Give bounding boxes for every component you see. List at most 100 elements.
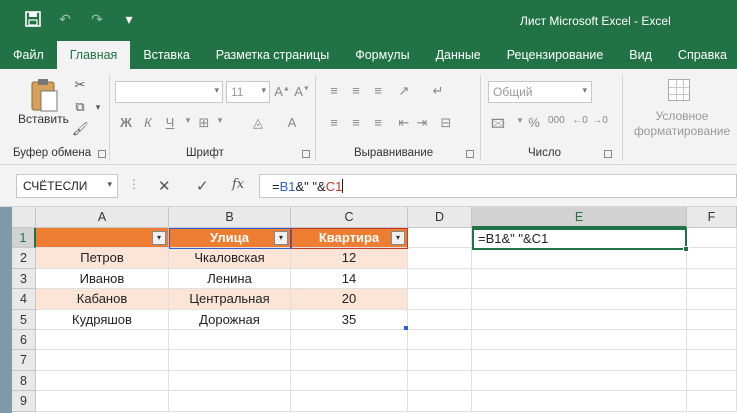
format-painter-icon[interactable]: 🖌 [72, 121, 89, 137]
cell-e7[interactable] [472, 350, 687, 371]
cut-icon[interactable]: ✂ [72, 77, 88, 93]
tab-1[interactable]: Файл [0, 41, 57, 69]
cell-a8[interactable] [36, 370, 169, 392]
cancel-icon[interactable]: ✕ [158, 177, 171, 195]
tab-7[interactable]: Рецензирование [494, 41, 617, 69]
filter-dropdown-icon[interactable]: ▾ [391, 231, 405, 245]
cell-b1[interactable]: Улица ▾ [169, 228, 291, 249]
tab-5[interactable]: Формулы [342, 41, 422, 69]
clipboard-launcher-icon[interactable] [98, 150, 106, 158]
tab-9[interactable]: Справка [665, 41, 737, 69]
align-middle-icon[interactable]: ≡ [348, 83, 364, 98]
row-header-7[interactable]: 7 [12, 350, 36, 371]
cell-e5[interactable] [472, 309, 687, 330]
cell-d5[interactable] [408, 309, 472, 330]
decrease-indent-icon[interactable]: ⇤ [396, 115, 412, 131]
cell-d3[interactable] [408, 268, 472, 290]
number-launcher-icon[interactable] [604, 150, 612, 158]
cell-a5[interactable]: Кудряшов [36, 309, 169, 330]
decrease-decimal-icon[interactable]: →0 [592, 115, 608, 126]
comma-style-icon[interactable]: 000 [548, 115, 565, 126]
cell-f6[interactable] [687, 330, 737, 351]
cell-c2[interactable]: 12 [291, 248, 408, 269]
cell-e9[interactable] [472, 391, 687, 412]
tab-8[interactable]: Вид [616, 41, 665, 69]
row-header-4[interactable]: 4 [12, 289, 36, 310]
cell-b8[interactable] [169, 370, 291, 392]
italic-icon[interactable]: К [140, 115, 156, 130]
formula-bar-grip[interactable]: ⋮ [128, 177, 140, 191]
tab-6[interactable]: Данные [423, 41, 494, 69]
row-header-1[interactable]: 1 [12, 228, 36, 249]
cell-d9[interactable] [408, 391, 472, 412]
cell-a7[interactable] [36, 350, 169, 371]
cell-e8[interactable] [472, 370, 687, 392]
cell-a1[interactable]: ▾ [36, 228, 169, 249]
cell-f5[interactable] [687, 309, 737, 330]
column-header-d[interactable]: D [408, 207, 472, 228]
cell-a3[interactable]: Иванов [36, 268, 169, 290]
cell-c9[interactable] [291, 391, 408, 412]
increase-indent-icon[interactable]: ⇥ [414, 115, 430, 131]
cell-e2[interactable] [472, 248, 687, 269]
tab-4[interactable]: Разметка страницы [203, 41, 342, 69]
cell-e4[interactable] [472, 289, 687, 310]
paste-icon[interactable] [28, 77, 60, 113]
enter-icon[interactable]: ✓ [196, 177, 209, 195]
alignment-launcher-icon[interactable] [466, 150, 474, 158]
align-right-icon[interactable]: ≡ [370, 115, 386, 130]
filter-dropdown-icon[interactable]: ▾ [152, 231, 166, 245]
redo-icon[interactable]: ↷ [88, 10, 106, 28]
formula-input[interactable]: =B1&" "&C1 [259, 174, 737, 198]
cell-a4[interactable]: Кабанов [36, 289, 169, 310]
cell-b4[interactable]: Центральная [169, 289, 291, 310]
column-header-e[interactable]: E [472, 207, 687, 228]
cell-f4[interactable] [687, 289, 737, 310]
cell-f8[interactable] [687, 370, 737, 392]
fill-color-icon[interactable]: ◬ [250, 115, 266, 131]
font-name-box[interactable]: ▾ [115, 81, 223, 103]
increase-font-icon[interactable]: A▲ [274, 84, 290, 99]
row-header-5[interactable]: 5 [12, 309, 36, 330]
borders-icon[interactable]: ⊞ [196, 115, 212, 131]
column-header-c[interactable]: C [291, 207, 408, 228]
cell-c7[interactable] [291, 350, 408, 371]
cell-d1[interactable] [408, 228, 472, 249]
row-header-2[interactable]: 2 [12, 248, 36, 269]
number-format-box[interactable]: Общий ▾ [488, 81, 592, 103]
active-cell-e1[interactable]: =B1&" "&C1 [472, 228, 689, 252]
cell-d7[interactable] [408, 350, 472, 371]
tab-2[interactable]: Главная [56, 41, 131, 69]
cell-d4[interactable] [408, 289, 472, 310]
underline-icon[interactable]: Ч [162, 115, 178, 130]
cell-f1[interactable] [687, 228, 737, 249]
customize-qat-icon[interactable]: ▾ [120, 10, 138, 28]
percent-icon[interactable]: % [526, 115, 542, 130]
conditional-formatting-icon[interactable] [668, 79, 690, 101]
cell-a2[interactable]: Петров [36, 248, 169, 269]
cell-b5[interactable]: Дорожная [169, 309, 291, 330]
cell-a6[interactable] [36, 330, 169, 351]
font-size-box[interactable]: 11 ▾ [226, 81, 270, 103]
cell-c3[interactable]: 14 [291, 268, 408, 290]
align-top-icon[interactable]: ≡ [326, 83, 342, 98]
font-color-icon[interactable]: A [284, 115, 300, 130]
wrap-text-icon[interactable]: ↵ [430, 83, 446, 99]
conditional-formatting-button[interactable]: Условное форматирование [630, 109, 734, 139]
cell-d6[interactable] [408, 330, 472, 351]
copy-dropdown-icon[interactable]: ▾ [90, 99, 106, 115]
cell-c4[interactable]: 20 [291, 289, 408, 310]
cell-a9[interactable] [36, 391, 169, 412]
row-header-3[interactable]: 3 [12, 268, 36, 290]
underline-dropdown-icon[interactable]: ▾ [180, 115, 196, 126]
row-header-6[interactable]: 6 [12, 330, 36, 351]
row-header-9[interactable]: 9 [12, 391, 36, 412]
cell-d8[interactable] [408, 370, 472, 392]
tab-3[interactable]: Вставка [130, 41, 202, 69]
cell-f2[interactable] [687, 248, 737, 269]
cell-b7[interactable] [169, 350, 291, 371]
name-box[interactable]: СЧЁТЕСЛИ ▾ [16, 174, 118, 198]
cell-b6[interactable] [169, 330, 291, 351]
align-bottom-icon[interactable]: ≡ [370, 83, 386, 98]
column-header-f[interactable]: F [687, 207, 737, 228]
